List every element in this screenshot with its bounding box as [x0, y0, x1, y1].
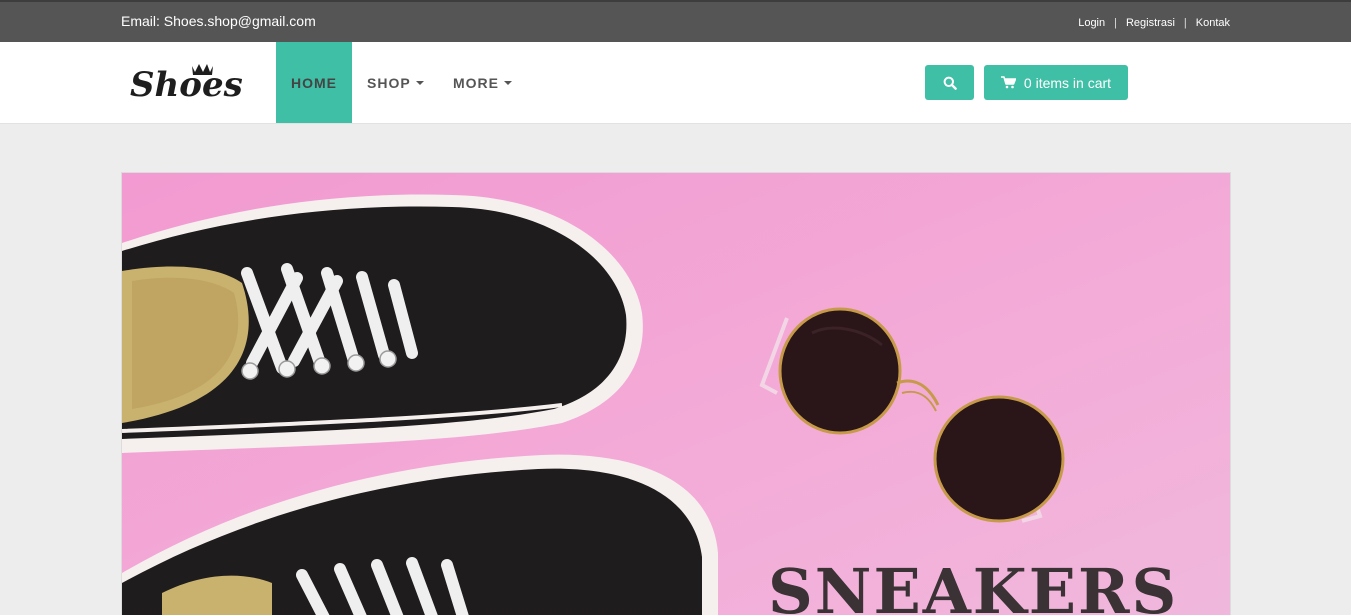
sneaker-upper: [122, 194, 643, 454]
top-links: Login | Registrasi | Kontak: [1078, 17, 1230, 29]
top-bar: Email: Shoes.shop@gmail.com Login | Regi…: [0, 0, 1351, 42]
link-separator: |: [1114, 17, 1117, 29]
hero-banner[interactable]: SNEAKERS: [121, 172, 1231, 615]
cart-button[interactable]: 0 items in cart: [984, 65, 1128, 100]
contact-link[interactable]: Kontak: [1196, 17, 1230, 29]
nav-home-label: HOME: [291, 74, 337, 91]
nav-more-label: MORE: [453, 74, 499, 91]
cart-icon: [1000, 76, 1016, 89]
brand-logo[interactable]: Shoes: [128, 60, 252, 105]
nav-more[interactable]: MORE: [453, 42, 512, 123]
caret-down-icon: [504, 81, 512, 85]
nav-shop-label: SHOP: [367, 74, 411, 91]
brand-logo-graphic: Shoes: [130, 64, 243, 105]
login-link[interactable]: Login: [1078, 17, 1105, 29]
cart-label: 0 items in cart: [1023, 74, 1112, 91]
caret-down-icon: [415, 81, 424, 85]
link-separator: |: [1183, 17, 1187, 29]
main-navbar: Shoes HOME SHOP MORE 0 items in cart: [0, 42, 1351, 124]
search-button[interactable]: [925, 65, 974, 100]
search-icon: [943, 76, 957, 90]
contact-email: Email: Shoes.shop@gmail.com: [121, 13, 316, 29]
nav-shop[interactable]: SHOP: [367, 42, 424, 123]
hero-title: SNEAKERS: [768, 555, 1179, 615]
brand-logo-text: Shoes: [130, 65, 243, 104]
hero-image: [122, 173, 1230, 615]
register-link[interactable]: Registrasi: [1126, 17, 1175, 29]
nav-home[interactable]: HOME: [276, 42, 352, 123]
